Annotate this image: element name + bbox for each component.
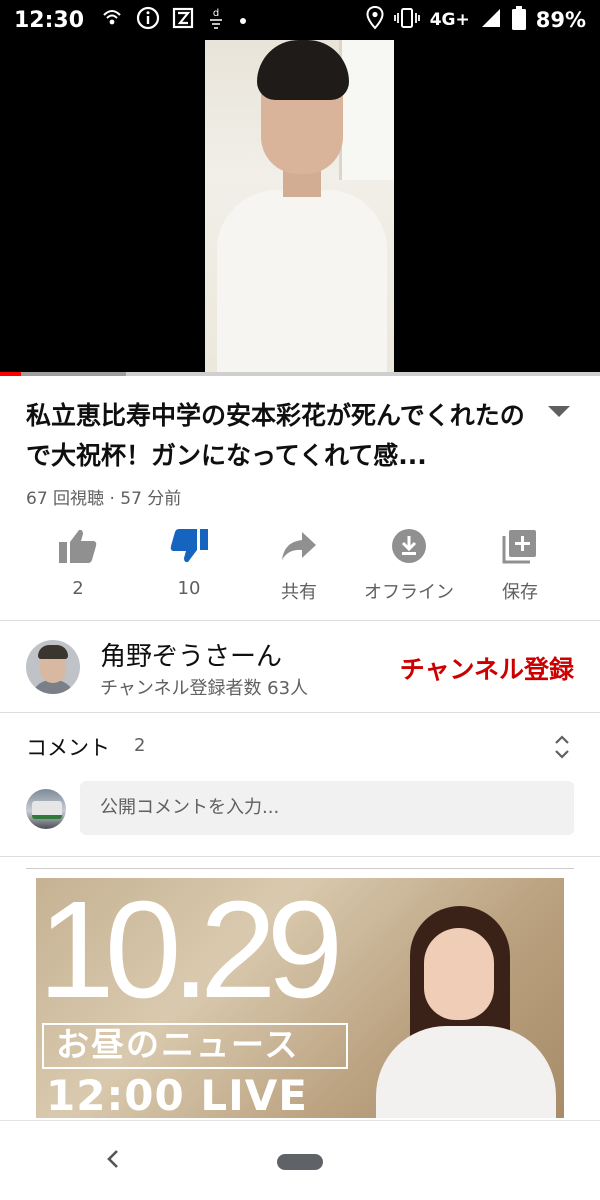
comment-input[interactable]: 公開コメントを入力... bbox=[80, 781, 574, 835]
buffered-bar bbox=[21, 372, 126, 376]
offline-button[interactable]: オフライン bbox=[349, 522, 469, 604]
like-button[interactable]: 2 bbox=[18, 522, 138, 599]
comments-header[interactable]: コメント bbox=[26, 732, 110, 762]
divider bbox=[0, 620, 600, 621]
thumbnail-date: 10.29 bbox=[38, 878, 343, 1027]
playlist-add-icon bbox=[460, 522, 580, 570]
user-avatar bbox=[26, 789, 66, 829]
divider bbox=[0, 856, 600, 857]
save-label: 保存 bbox=[502, 582, 538, 603]
video-meta: 67 回視聴 · 57 分前 bbox=[26, 489, 182, 509]
download-icon bbox=[349, 522, 469, 570]
channel-avatar[interactable] bbox=[26, 640, 80, 694]
thumbs-up-icon bbox=[18, 522, 138, 570]
svg-text:d: d bbox=[213, 8, 219, 19]
expand-description-icon[interactable] bbox=[548, 406, 570, 417]
video-title: 私立恵比寿中学の安本彩花が死んでくれたので大祝杯！ガンになってくれて感... bbox=[26, 401, 525, 470]
status-bar: 12:30 d 4G+ 89% bbox=[0, 0, 600, 40]
status-right-icons: 4G+ 89% bbox=[366, 5, 586, 35]
home-pill-icon[interactable] bbox=[277, 1154, 323, 1170]
dmenu-icon: d bbox=[206, 5, 226, 36]
offline-label: オフライン bbox=[364, 582, 454, 603]
signal-icon bbox=[480, 7, 502, 34]
divider bbox=[26, 868, 574, 869]
dot-icon bbox=[238, 10, 248, 31]
system-nav-bar bbox=[0, 1120, 600, 1200]
video-player[interactable] bbox=[0, 40, 600, 374]
battery-icon bbox=[511, 5, 526, 35]
vibrate-icon bbox=[393, 7, 420, 34]
news-anchor-image bbox=[366, 878, 564, 1118]
dislike-button[interactable]: 10 bbox=[129, 522, 249, 599]
info-icon bbox=[136, 6, 160, 35]
like-count: 2 bbox=[72, 578, 84, 599]
thumbnail-live-time: 12:00 LIVE bbox=[46, 1071, 308, 1118]
played-bar bbox=[0, 372, 21, 376]
share-button[interactable]: 共有 bbox=[239, 522, 359, 604]
dislike-count: 10 bbox=[177, 578, 201, 599]
action-bar: 2 10 共有 オフライン 保存 bbox=[0, 522, 600, 612]
expand-comments-icon[interactable] bbox=[554, 734, 570, 760]
network-label: 4G+ bbox=[429, 10, 470, 30]
subscribe-button[interactable]: チャンネル登録 bbox=[400, 650, 574, 686]
video-title-row[interactable]: 私立恵比寿中学の安本彩花が死んでくれたので大祝杯！ガンになってくれて感... bbox=[26, 396, 574, 476]
location-icon bbox=[366, 5, 384, 35]
video-frame bbox=[205, 40, 394, 374]
back-icon[interactable] bbox=[104, 1147, 122, 1178]
channel-name[interactable]: 角野ぞうさーん bbox=[100, 636, 282, 673]
status-time: 12:30 bbox=[14, 7, 85, 33]
share-icon bbox=[239, 522, 359, 570]
save-button[interactable]: 保存 bbox=[460, 522, 580, 604]
thumbs-down-icon bbox=[129, 522, 249, 570]
hotspot-icon bbox=[100, 7, 124, 34]
app-icon bbox=[172, 7, 194, 34]
video-progress-bar[interactable] bbox=[0, 372, 600, 376]
battery-percent: 89% bbox=[535, 8, 586, 32]
thumbnail-subtitle: お昼のニュース bbox=[56, 1025, 300, 1064]
status-left-icons: d bbox=[100, 5, 248, 36]
comments-count: 2 bbox=[134, 735, 146, 756]
next-video-thumbnail[interactable]: 10.29 お昼のニュース 12:00 LIVE bbox=[36, 878, 564, 1118]
channel-subscriber-count: チャンネル登録者数 63人 bbox=[100, 678, 309, 699]
divider bbox=[0, 712, 600, 713]
share-label: 共有 bbox=[281, 582, 317, 603]
